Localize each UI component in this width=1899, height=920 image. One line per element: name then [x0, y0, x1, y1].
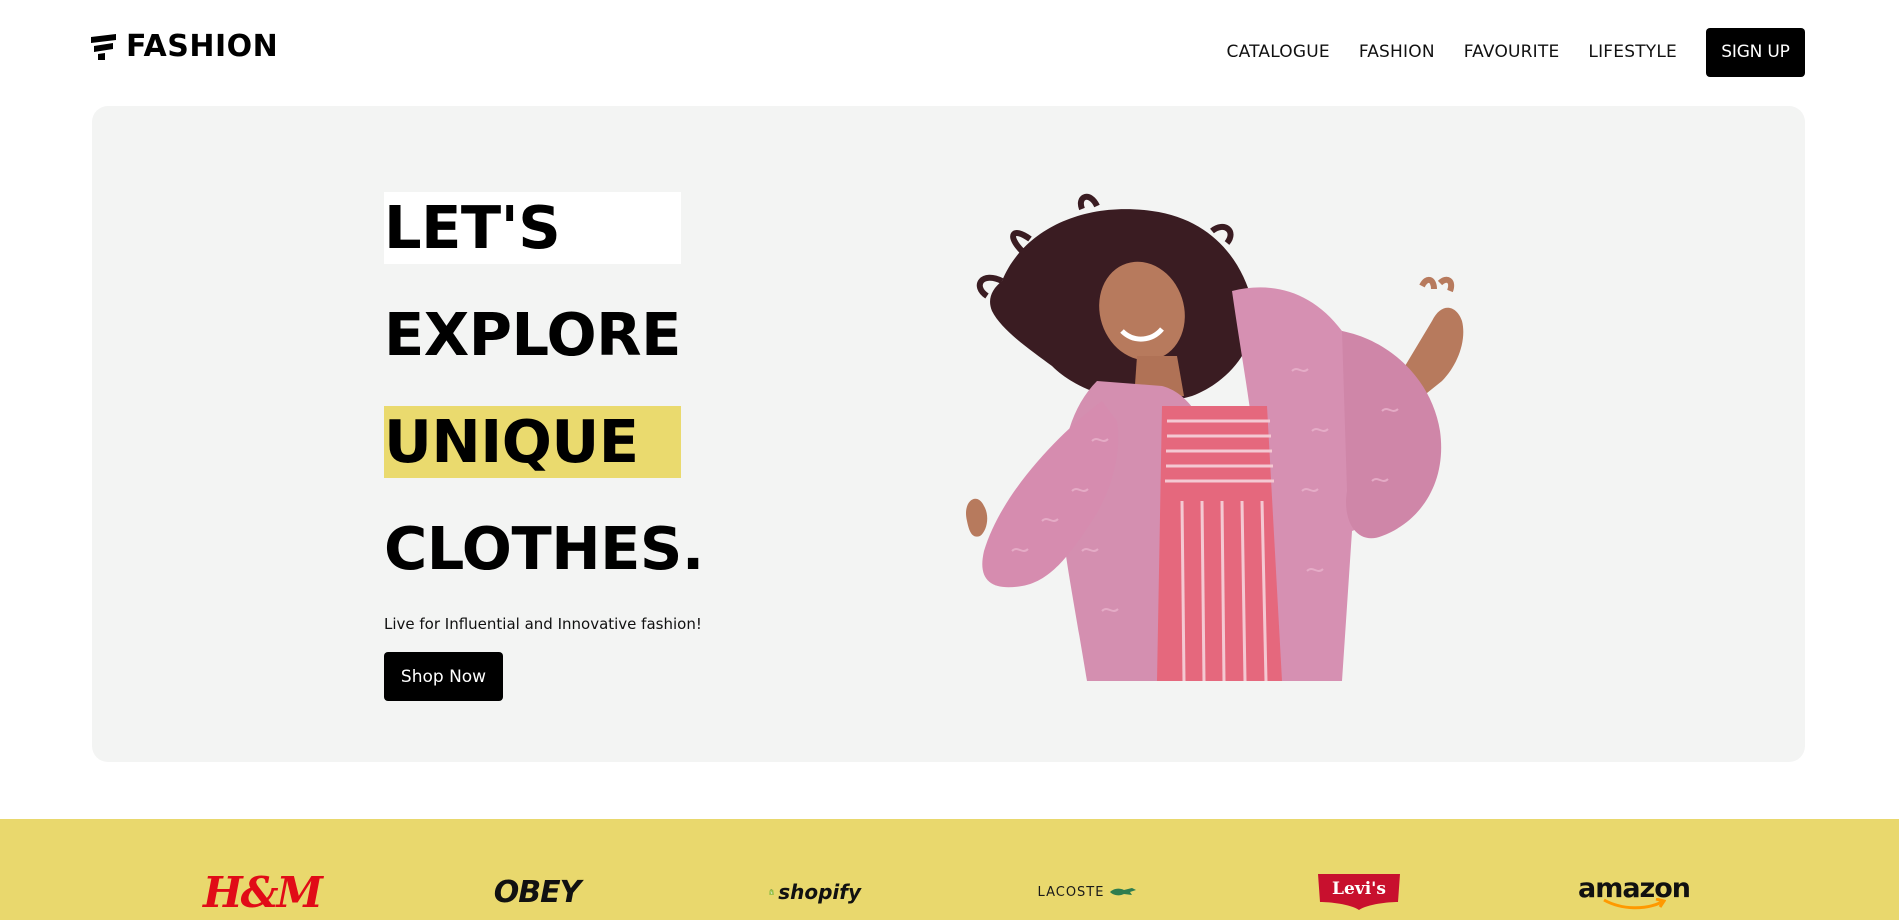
brand-logo-amazon[interactable]: amazon — [1578, 865, 1691, 919]
brand-logo-obey[interactable]: OBEY — [493, 865, 582, 919]
brand-obey-text: OBEY — [493, 874, 582, 910]
hero-headline: LET'S EXPLORE UNIQUE CLOTHES. — [384, 192, 704, 620]
brand-logo-levis[interactable]: Levi's — [1318, 865, 1400, 919]
nav-link-favourite[interactable]: FAVOURITE — [1464, 27, 1560, 77]
sign-up-button[interactable]: SIGN UP — [1706, 27, 1805, 77]
site-header: FASHION CATALOGUE FASHION FAVOURITE LIFE… — [0, 0, 1899, 104]
brand-levis-text: Levi's — [1332, 879, 1386, 899]
headline-line-4: CLOTHES. — [384, 514, 704, 583]
levis-batwing-icon: Levi's — [1318, 874, 1400, 910]
brand-logo-shopify[interactable]: shopify — [769, 865, 861, 919]
headline-line-3: UNIQUE — [384, 406, 681, 478]
crocodile-icon — [1110, 888, 1137, 896]
logo[interactable]: FASHION — [91, 32, 278, 62]
brand-logo-hm[interactable]: H&M — [203, 865, 323, 919]
brand-hm-text: H&M — [202, 867, 323, 917]
hero-section: LET'S EXPLORE UNIQUE CLOTHES. Live for I… — [92, 106, 1805, 762]
nav-link-fashion[interactable]: FASHION — [1359, 27, 1435, 77]
nav-link-lifestyle[interactable]: LIFESTYLE — [1588, 27, 1677, 77]
headline-line-1: LET'S — [384, 192, 681, 264]
brand-shopify-text: shopify — [778, 880, 861, 904]
hero-model-image — [965, 193, 1464, 681]
brand-strip: H&M OBEY shopify LACOSTE Levi's amazon — [0, 819, 1899, 920]
logo-text: FASHION — [126, 29, 279, 64]
shopify-bag-icon — [769, 889, 774, 895]
brand-lacoste-text: LACOSTE — [1037, 884, 1105, 900]
hero-subtitle: Live for Influential and Innovative fash… — [384, 615, 702, 633]
brand-amazon-text: amazon — [1577, 872, 1691, 904]
main-nav: CATALOGUE FASHION FAVOURITE LIFESTYLE SI… — [1227, 27, 1805, 77]
headline-line-2: EXPLORE — [384, 300, 681, 369]
brand-logo-lacoste[interactable]: LACOSTE — [1037, 865, 1137, 919]
nav-link-catalogue[interactable]: CATALOGUE — [1227, 27, 1330, 77]
fashion-logo-icon — [91, 34, 116, 60]
shop-now-button[interactable]: Shop Now — [384, 652, 503, 701]
